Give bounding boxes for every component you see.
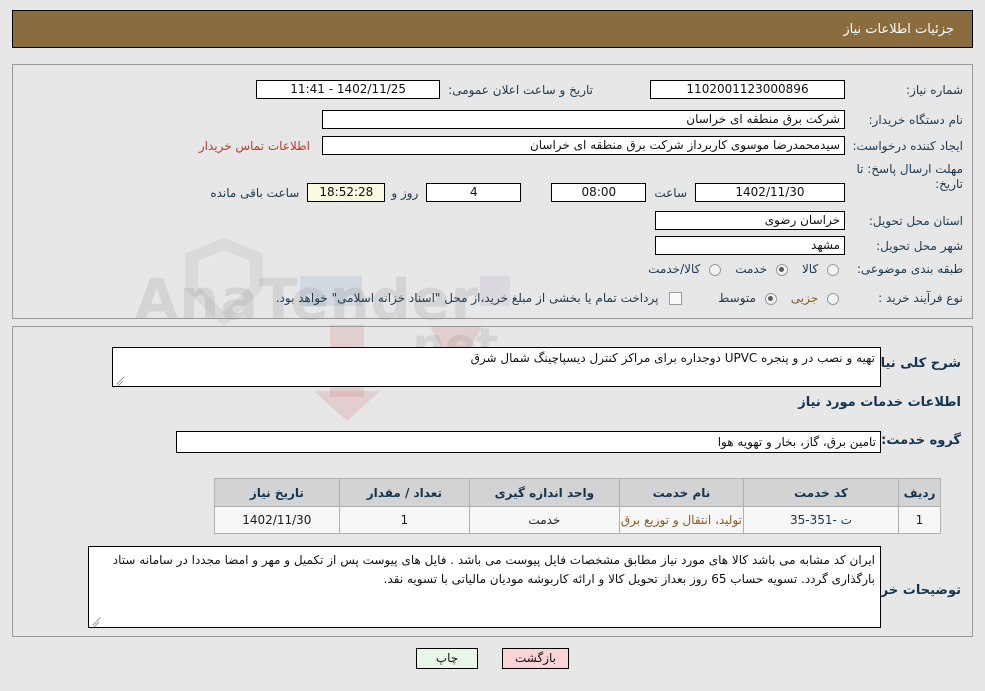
buyer-org-label: نام دستگاه خریدار: bbox=[868, 112, 964, 127]
cell-code: ت -351-35 bbox=[743, 506, 899, 534]
process-option-motevasset-label: متوسط bbox=[718, 291, 756, 305]
deadline-hour-label: ساعت bbox=[654, 185, 687, 200]
category-option-kala-label: کالا bbox=[801, 262, 819, 276]
radio-khedmat-icon[interactable] bbox=[775, 263, 788, 276]
city-row: شهر محل تحویل: مشهد bbox=[655, 236, 963, 255]
category-option-kala-khedmat[interactable]: کالا/خدمت bbox=[634, 262, 722, 276]
category-row: طبقه بندی موضوعی: کالا خدمت کالا/خدمت bbox=[634, 262, 963, 276]
announce-datetime-row: تاریخ و ساعت اعلان عمومی: 1402/11/25 - 1… bbox=[256, 80, 593, 99]
process-option-jozei-label: جزیی bbox=[790, 291, 819, 305]
th-name: نام خدمت bbox=[618, 478, 745, 507]
city-label: شهر محل تحویل: bbox=[876, 238, 963, 253]
cell-qty: 1 bbox=[338, 506, 470, 534]
buyer-org-row: نام دستگاه خریدار: شرکت برق منطقه ای خرا… bbox=[322, 110, 963, 129]
category-option-kala[interactable]: کالا bbox=[788, 262, 839, 276]
need-number-row: شماره نیاز: 1102001123000896 bbox=[650, 80, 963, 99]
process-option-motevasset[interactable]: متوسط bbox=[704, 291, 777, 305]
deadline-hour-value: 08:00 bbox=[551, 183, 647, 202]
radio-motevasset-icon[interactable] bbox=[764, 292, 777, 305]
category-option-khedmat[interactable]: خدمت bbox=[721, 262, 788, 276]
buyer-notes-value: ایران کد مشابه می باشد کالا های مورد نیا… bbox=[112, 553, 875, 586]
service-group-label: گروه خدمت: bbox=[881, 433, 961, 448]
category-option-khedmat-label: خدمت bbox=[735, 262, 768, 276]
th-date: تاریخ نیاز bbox=[213, 478, 340, 507]
process-type-label: نوع فرآیند خرید : bbox=[878, 291, 963, 305]
province-row: استان محل تحویل: خراسان رضوی bbox=[655, 211, 963, 230]
buyer-org-value: شرکت برق منطقه ای خراسان bbox=[322, 110, 845, 129]
deadline-remaining-value: 18:52:28 bbox=[307, 183, 386, 202]
cell-name: تولید، انتقال و توزیع برق bbox=[618, 506, 745, 534]
cell-row: 1 bbox=[898, 506, 941, 534]
print-button[interactable]: چاپ bbox=[416, 648, 478, 669]
services-table: ردیف کد خدمت نام خدمت واحد اندازه گیری ت… bbox=[213, 478, 941, 534]
requester-label: ایجاد کننده درخواست: bbox=[852, 138, 963, 153]
page-title: جزئیات اطلاعات نیاز bbox=[843, 21, 954, 37]
deadline-label: مهلت ارسال پاسخ: تا تاریخ: bbox=[856, 162, 963, 191]
need-desc-label: شرح کلی نیاز: bbox=[867, 356, 961, 371]
th-qty: تعداد / مقدار bbox=[338, 478, 470, 507]
treasury-note-group[interactable]: پرداخت تمام یا بخشی از مبلغ خرید،از محل … bbox=[262, 291, 683, 305]
action-button-bar: بازگشت چاپ bbox=[0, 648, 985, 669]
deadline-label-wrap: مهلت ارسال پاسخ: تا تاریخ: bbox=[853, 162, 963, 192]
resize-grip-icon[interactable] bbox=[115, 373, 127, 385]
page-root: AnaTender .net جزئیات اطلاعات نیاز شماره… bbox=[0, 0, 985, 691]
category-option-kala-khedmat-label: کالا/خدمت bbox=[648, 262, 701, 276]
province-label: استان محل تحویل: bbox=[868, 213, 963, 228]
services-section-title: اطلاعات خدمات مورد نیاز bbox=[798, 395, 961, 410]
radio-kala-icon[interactable] bbox=[827, 263, 839, 276]
radio-jozei-icon[interactable] bbox=[827, 292, 839, 305]
need-number-label: شماره نیاز: bbox=[906, 82, 963, 97]
city-value: مشهد bbox=[655, 236, 845, 255]
treasury-note-label: پرداخت تمام یا بخشی از مبلغ خرید،از محل … bbox=[275, 291, 659, 305]
deadline-remaining-label: ساعت باقی مانده bbox=[210, 185, 300, 200]
cell-unit: خدمت bbox=[468, 506, 620, 534]
th-row: ردیف bbox=[898, 478, 941, 507]
buyer-notes-textarea[interactable]: ایران کد مشابه می باشد کالا های مورد نیا… bbox=[88, 546, 881, 628]
page-header: جزئیات اطلاعات نیاز bbox=[12, 10, 973, 48]
resize-grip-icon-notes[interactable] bbox=[91, 614, 103, 626]
announce-datetime-value: 1402/11/25 - 11:41 bbox=[256, 80, 441, 99]
need-desc-textarea[interactable]: تهیه و نصب در و پنجره UPVC دوجداره برای … bbox=[112, 347, 881, 387]
deadline-days-label: روز و bbox=[391, 185, 419, 200]
category-label: طبقه بندی موضوعی: bbox=[856, 262, 963, 276]
announce-datetime-label: تاریخ و ساعت اعلان عمومی: bbox=[448, 82, 593, 97]
th-code: کد خدمت bbox=[743, 478, 899, 507]
process-type-row: نوع فرآیند خرید : جزیی متوسط پرداخت تمام… bbox=[262, 291, 963, 305]
table-header-row: ردیف کد خدمت نام خدمت واحد اندازه گیری ت… bbox=[213, 478, 941, 507]
buyer-contact-link[interactable]: اطلاعات تماس خریدار bbox=[199, 139, 310, 153]
th-unit: واحد اندازه گیری bbox=[468, 478, 620, 507]
back-button[interactable]: بازگشت bbox=[502, 648, 569, 669]
requester-value: سیدمحمدرضا موسوی کاربرداز شرکت برق منطقه… bbox=[322, 136, 845, 155]
radio-kala-khedmat-icon[interactable] bbox=[709, 263, 722, 276]
province-value: خراسان رضوی bbox=[655, 211, 845, 230]
need-number-value: 1102001123000896 bbox=[650, 80, 845, 99]
treasury-note-checkbox[interactable] bbox=[669, 292, 683, 305]
deadline-row: 1402/11/30 ساعت 08:00 4 روز و 18:52:28 س… bbox=[210, 183, 845, 202]
cell-date: 1402/11/30 bbox=[213, 506, 340, 534]
service-group-value: تامین برق، گاز، بخار و تهویه هوا bbox=[176, 431, 881, 453]
need-desc-value: تهیه و نصب در و پنجره UPVC دوجداره برای … bbox=[470, 351, 875, 365]
deadline-date-value: 1402/11/30 bbox=[695, 183, 845, 202]
requester-row: ایجاد کننده درخواست: سیدمحمدرضا موسوی کا… bbox=[199, 136, 963, 155]
process-option-jozei[interactable]: جزیی bbox=[777, 291, 839, 305]
deadline-days-value: 4 bbox=[426, 183, 522, 202]
table-row: 1 ت -351-35 تولید، انتقال و توزیع برق خد… bbox=[213, 506, 941, 534]
